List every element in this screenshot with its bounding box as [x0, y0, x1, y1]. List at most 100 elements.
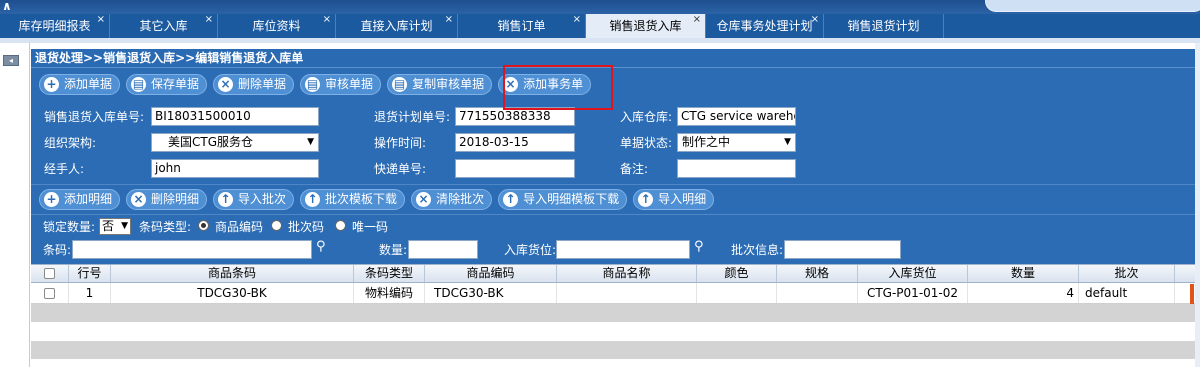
select-all-cell[interactable] — [31, 265, 69, 282]
batch-template-download-button[interactable]: ↑ 批次模板下载 — [300, 189, 406, 210]
clear-batch-button[interactable]: × 清除批次 — [411, 189, 493, 210]
location-label: 入库货位: — [504, 243, 557, 257]
status-select[interactable]: 制作之中 ▼ — [677, 133, 796, 152]
top-bar: ∧ — [0, 0, 1200, 14]
tab-strip: 库存明细报表 × 其它入库 × 库位资料 × 直接入库计划 × 销售订单 × 销售退货入库… — [0, 14, 1200, 38]
tab-label: 其它入库 — [139, 19, 188, 33]
import-detail-button[interactable]: ↑ 导入明细 — [633, 189, 715, 210]
copy-audit-document-button[interactable]: ▤ 复制审核单据 — [387, 73, 493, 95]
radio-unique-code-label: 唯一码 — [352, 220, 389, 234]
close-icon: × — [131, 192, 147, 207]
radio-batch-code[interactable] — [271, 220, 282, 231]
tab-close-icon[interactable]: × — [323, 8, 331, 32]
detail-grid: 行号 商品条码 条码类型 商品编码 商品名称 颜色 规格 入库货位 数量 批次 … — [31, 264, 1195, 367]
save-document-button[interactable]: ▤ 保存单据 — [126, 73, 208, 95]
barcode-input[interactable] — [72, 240, 312, 259]
column-header[interactable]: 颜色 — [697, 265, 777, 282]
save-icon: ▤ — [392, 76, 408, 92]
dropdown-arrow-icon: ▼ — [784, 137, 791, 147]
column-header[interactable]: 批次 — [1079, 265, 1175, 282]
batch-info-input[interactable] — [784, 240, 901, 259]
remark-field[interactable] — [677, 159, 796, 178]
upload-icon: ↑ — [305, 192, 321, 207]
tab-sales-order[interactable]: 销售订单 × — [458, 14, 586, 38]
button-label: 清除批次 — [436, 192, 485, 206]
add-document-button[interactable]: + 添加单据 — [39, 73, 121, 95]
order-form: 销售退货入库单号: BI18031500010 退货计划单号: 77155038… — [31, 100, 1195, 184]
tab-close-icon[interactable]: × — [205, 8, 213, 32]
table-row[interactable]: 1 TDCG30-BK 物料编码 TDCG30-BK CTG-P01-01-02… — [31, 283, 1195, 304]
column-header[interactable]: 条码类型 — [354, 265, 425, 282]
document-toolbar: + 添加单据 ▤ 保存单据 × 删除单据 ▤ 审核单据 ▤ 复制审核单据 × 添加事务单 — [31, 68, 1195, 100]
barcode-type-label: 条码类型: — [139, 220, 192, 234]
button-label: 复制审核单据 — [412, 76, 485, 91]
upload-icon: ↑ — [218, 192, 234, 207]
qty-input[interactable] — [408, 240, 478, 259]
add-detail-button[interactable]: + 添加明细 — [39, 189, 121, 210]
search-icon[interactable]: ⚲ — [694, 240, 704, 254]
audit-document-button[interactable]: ▤ 审核单据 — [300, 73, 382, 95]
order-no-field[interactable]: BI18031500010 — [151, 107, 319, 126]
tab-label: 库存明细报表 — [18, 19, 91, 33]
warehouse-field[interactable]: CTG service warehou — [677, 107, 796, 126]
collapse-sidebar-icon[interactable]: ◂ — [3, 55, 19, 66]
org-label: 组织架构: — [44, 136, 97, 150]
tab-warehouse-affair-plan[interactable]: 仓库事务处理计划 × — [706, 14, 824, 38]
row-checkbox[interactable] — [44, 288, 55, 299]
scan-filters: 锁定数量: 否 ▼ 条码类型: 商品编码 批次码 唯一码 条码: ⚲ 数量: 入库… — [31, 214, 1195, 264]
import-detail-template-download-button[interactable]: ↑ 导入明细模板下载 — [498, 189, 628, 210]
top-search-pill[interactable] — [985, 0, 1200, 12]
tab-inventory-detail-report[interactable]: 库存明细报表 × — [0, 14, 110, 38]
tab-close-icon[interactable]: × — [97, 8, 105, 32]
barcode-type-cell: 物料编码 — [354, 283, 425, 303]
express-label: 快递单号: — [374, 162, 427, 176]
upload-icon: ↑ — [503, 192, 519, 207]
radio-product-code-label: 商品编码 — [215, 220, 264, 234]
save-icon: ▤ — [131, 76, 147, 92]
left-rail: ◂ — [0, 43, 30, 367]
column-header[interactable]: 商品名称 — [557, 265, 697, 282]
batch-cell: default — [1079, 283, 1175, 303]
vertical-scrollbar[interactable] — [1195, 43, 1200, 367]
button-label: 导入明细 — [658, 192, 707, 206]
column-header[interactable]: 入库货位 — [858, 265, 968, 282]
tab-sales-return-plan[interactable]: 销售退货计划 — [824, 14, 944, 38]
tab-close-icon[interactable]: × — [811, 8, 819, 32]
button-label: 保存单据 — [151, 76, 200, 91]
handler-field[interactable]: john — [151, 159, 319, 178]
plus-icon: + — [44, 76, 59, 92]
search-icon[interactable]: ⚲ — [316, 240, 326, 254]
op-time-field[interactable]: 2018-03-15 — [455, 133, 575, 152]
product-code-cell: TDCG30-BK — [425, 283, 557, 303]
column-header[interactable]: 数量 — [968, 265, 1079, 282]
column-header[interactable]: 行号 — [69, 265, 111, 282]
tab-close-icon[interactable]: × — [693, 8, 701, 32]
annotation-highlight-box — [503, 65, 613, 110]
import-batch-button[interactable]: ↑ 导入批次 — [213, 189, 295, 210]
column-header[interactable]: 商品编码 — [425, 265, 557, 282]
location-input[interactable] — [556, 240, 690, 259]
tab-label: 销售订单 — [497, 19, 546, 33]
radio-unique-code[interactable] — [335, 220, 346, 231]
select-all-checkbox[interactable] — [44, 268, 55, 279]
remark-label: 备注: — [620, 162, 649, 176]
tab-close-icon[interactable]: × — [573, 8, 581, 32]
column-header[interactable]: 商品条码 — [111, 265, 354, 282]
tab-direct-inbound-plan[interactable]: 直接入库计划 × — [336, 14, 458, 38]
column-header[interactable]: 规格 — [777, 265, 858, 282]
tab-sales-return-inbound[interactable]: 销售退货入库 × — [586, 14, 706, 38]
radio-product-code[interactable] — [198, 220, 209, 231]
tab-close-icon[interactable]: × — [445, 8, 453, 32]
delete-detail-button[interactable]: × 删除明细 — [126, 189, 208, 210]
lock-qty-select[interactable]: 否 ▼ — [99, 218, 131, 235]
org-select[interactable]: 美国CTG服务仓 ▼ — [151, 133, 319, 152]
spec-cell — [777, 283, 858, 303]
tab-location-data[interactable]: 库位资料 × — [218, 14, 336, 38]
express-field[interactable] — [455, 159, 575, 178]
color-cell — [697, 283, 777, 303]
delete-document-button[interactable]: × 删除单据 — [213, 73, 295, 95]
row-select-cell[interactable] — [31, 283, 69, 303]
tab-label: 销售退货入库 — [609, 19, 682, 33]
handler-label: 经手人: — [44, 162, 85, 176]
tab-other-inbound[interactable]: 其它入库 × — [110, 14, 218, 38]
